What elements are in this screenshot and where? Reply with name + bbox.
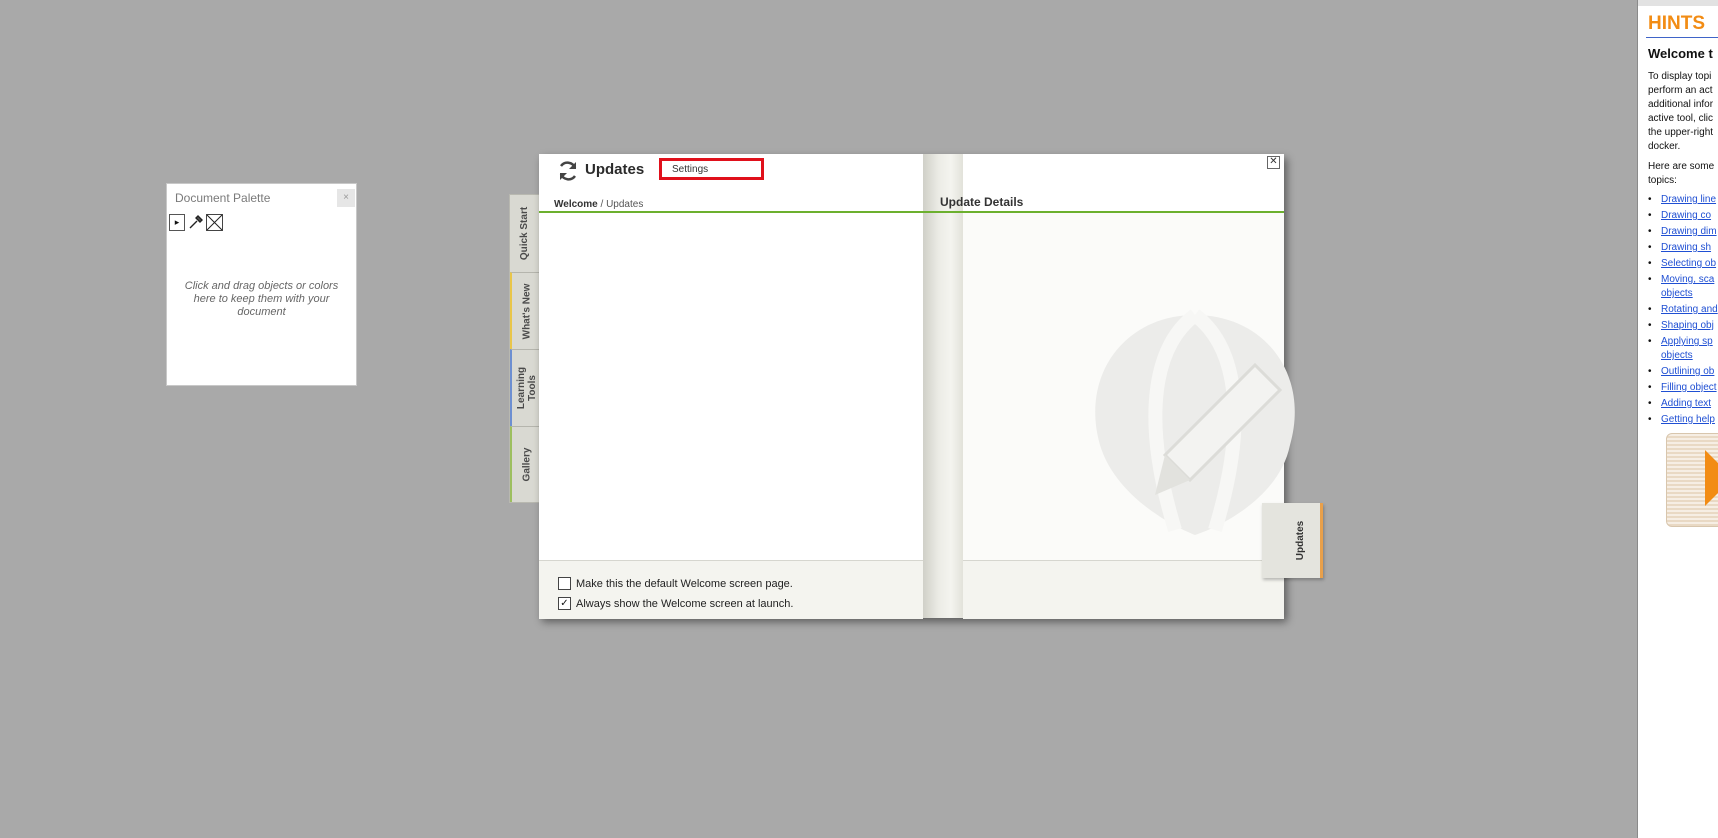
- welcome-options-right: [963, 560, 1284, 619]
- hints-intro-line: perform an act: [1648, 85, 1713, 96]
- default-page-checkbox-label: Make this the default Welcome screen pag…: [576, 577, 793, 590]
- document-palette-toolbar: ▸: [169, 214, 223, 231]
- update-details-page: [963, 213, 1295, 618]
- document-palette-close-button[interactable]: ×: [337, 189, 355, 207]
- hint-link[interactable]: Selecting ob: [1661, 258, 1716, 269]
- show-at-launch-checkbox-row[interactable]: ✓ Always show the Welcome screen at laun…: [558, 597, 793, 610]
- default-page-checkbox[interactable]: [558, 577, 571, 590]
- list-item: Drawing dim: [1648, 225, 1718, 239]
- list-item: Moving, sca objects: [1648, 273, 1718, 301]
- updates-list-page: [539, 213, 923, 618]
- tab-learning-tools[interactable]: Learning Tools: [510, 349, 542, 426]
- hint-link[interactable]: Outlining ob: [1661, 366, 1714, 377]
- hint-link[interactable]: Shaping obj: [1661, 320, 1714, 331]
- default-page-checkbox-row[interactable]: Make this the default Welcome screen pag…: [558, 577, 793, 590]
- no-color-icon[interactable]: [206, 214, 223, 231]
- header-divider: [539, 211, 1284, 213]
- welcome-options: Make this the default Welcome screen pag…: [539, 560, 923, 619]
- list-item: Drawing sh: [1648, 241, 1718, 255]
- refresh-icon: [559, 161, 577, 181]
- hint-illustration: [1666, 433, 1718, 527]
- list-item: Getting help: [1648, 413, 1718, 427]
- show-at-launch-checkbox[interactable]: ✓: [558, 597, 571, 610]
- hints-intro-line: docker.: [1648, 141, 1681, 152]
- tab-gallery[interactable]: Gallery: [510, 426, 542, 502]
- hints-docker-header: [1638, 0, 1718, 6]
- hints-divider: [1646, 37, 1718, 38]
- hints-topic-list: Drawing line Drawing co Drawing dim Draw…: [1648, 193, 1718, 429]
- hints-intro-line: the upper-right: [1648, 127, 1714, 138]
- welcome-side-tabs: Quick Start What's New Learning Tools Ga…: [509, 194, 542, 503]
- hints-intro-line: To display topi: [1648, 71, 1712, 82]
- list-item: Outlining ob: [1648, 365, 1718, 379]
- breadcrumb-separator: /: [597, 199, 607, 210]
- tab-quick-start[interactable]: Quick Start: [510, 195, 540, 271]
- window-title: Updates: [585, 161, 645, 178]
- list-item: Applying sp objects: [1648, 335, 1718, 363]
- hints-docker: HINTS Welcome t To display topi perform …: [1637, 0, 1718, 838]
- update-details-title: Update Details: [940, 195, 1024, 209]
- settings-button[interactable]: Settings: [659, 158, 764, 180]
- hint-link[interactable]: Adding text: [1661, 398, 1711, 409]
- list-item: Adding text: [1648, 397, 1718, 411]
- hint-link[interactable]: Filling object: [1661, 382, 1717, 393]
- hints-intro: To display topi perform an act additiona…: [1648, 70, 1718, 154]
- hint-link[interactable]: Drawing line: [1661, 194, 1716, 205]
- hint-link[interactable]: Drawing dim: [1661, 226, 1717, 237]
- breadcrumb-current: Updates: [606, 199, 644, 210]
- hint-link[interactable]: Moving, sca objects: [1661, 274, 1714, 299]
- hint-link[interactable]: Drawing sh: [1661, 242, 1711, 253]
- breadcrumb: Welcome / Updates: [554, 199, 643, 210]
- tab-whats-new-label: What's New: [521, 283, 533, 339]
- hint-link[interactable]: Getting help: [1661, 414, 1715, 425]
- list-item: Drawing co: [1648, 209, 1718, 223]
- hints-welcome-heading: Welcome t: [1648, 46, 1713, 61]
- document-palette: Document Palette × ▸ Click and drag obje…: [166, 183, 357, 386]
- document-palette-hint: Click and drag objects or colors here to…: [184, 280, 339, 318]
- hint-link[interactable]: Drawing co: [1661, 210, 1711, 221]
- document-palette-title: Document Palette: [175, 191, 271, 205]
- tab-gallery-label: Gallery: [521, 447, 533, 482]
- list-item: Selecting ob: [1648, 257, 1718, 271]
- close-icon[interactable]: ✕: [1267, 156, 1280, 169]
- list-item: Drawing line: [1648, 193, 1718, 207]
- list-item: Shaping obj: [1648, 319, 1718, 333]
- tab-quick-start-label: Quick Start: [519, 206, 531, 260]
- breadcrumb-welcome-link[interactable]: Welcome: [554, 199, 598, 210]
- hints-topics-line: topics:: [1648, 175, 1677, 186]
- list-item: Filling object: [1648, 381, 1718, 395]
- hints-intro-line: active tool, clic: [1648, 113, 1714, 124]
- tab-whats-new[interactable]: What's New: [510, 272, 542, 349]
- welcome-window: Updates Settings ✕ Welcome / Updates Upd…: [539, 154, 1295, 619]
- hints-topics-intro: Here are some topics:: [1648, 160, 1714, 188]
- hint-link[interactable]: Rotating and: [1661, 304, 1718, 315]
- play-icon[interactable]: ▸: [169, 214, 185, 231]
- list-item: Rotating and: [1648, 303, 1718, 317]
- tab-updates-label: Updates: [1295, 520, 1307, 561]
- hints-title: HINTS: [1648, 13, 1705, 34]
- hint-link[interactable]: Applying sp objects: [1661, 336, 1713, 361]
- tab-updates[interactable]: Updates: [1262, 503, 1323, 578]
- eyedropper-icon[interactable]: [187, 214, 204, 231]
- play-arrow-icon: [1705, 450, 1718, 506]
- show-at-launch-checkbox-label: Always show the Welcome screen at launch…: [576, 597, 794, 610]
- hints-intro-line: additional infor: [1648, 99, 1714, 110]
- tab-learning-tools-label: Learning Tools: [516, 366, 539, 410]
- hints-topics-line: Here are some: [1648, 161, 1715, 172]
- book-spine: [923, 154, 963, 618]
